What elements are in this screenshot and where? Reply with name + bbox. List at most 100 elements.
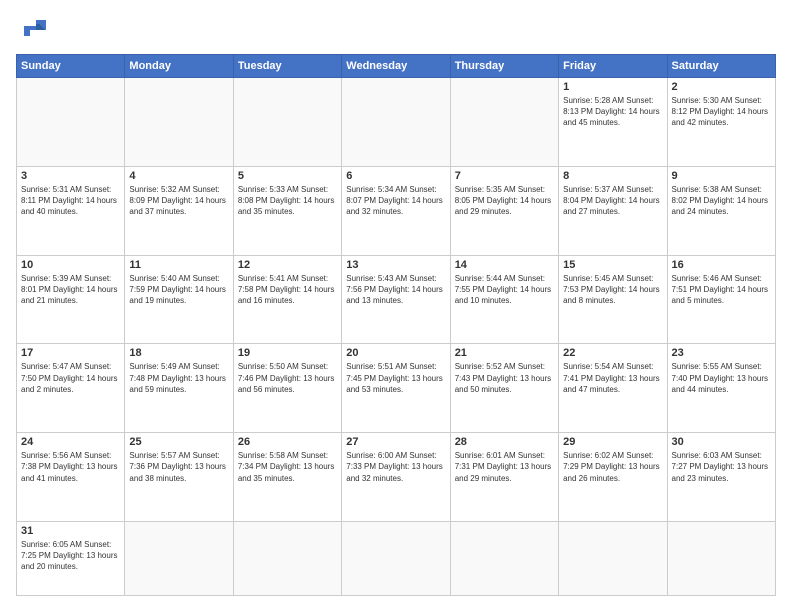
day-info: Sunrise: 5:28 AM Sunset: 8:13 PM Dayligh… xyxy=(563,95,662,129)
calendar-header-row: SundayMondayTuesdayWednesdayThursdayFrid… xyxy=(17,55,776,78)
day-info: Sunrise: 6:03 AM Sunset: 7:27 PM Dayligh… xyxy=(672,450,771,484)
calendar-cell: 24Sunrise: 5:56 AM Sunset: 7:38 PM Dayli… xyxy=(17,433,125,522)
day-info: Sunrise: 5:43 AM Sunset: 7:56 PM Dayligh… xyxy=(346,273,445,307)
calendar-cell: 5 Sunrise: 5:33 AM Sunset: 8:08 PM Daylig… xyxy=(233,166,341,255)
calendar-cell: 15Sunrise: 5:45 AM Sunset: 7:53 PM Dayli… xyxy=(559,255,667,344)
day-info: Sunrise: 5:47 AM Sunset: 7:50 PM Dayligh… xyxy=(21,361,120,395)
weekday-header-monday: Monday xyxy=(125,55,233,78)
calendar-week-row: 1 Sunrise: 5:28 AM Sunset: 8:13 PM Daylig… xyxy=(17,78,776,167)
calendar-cell: 28 Sunrise: 6:01 AM Sunset: 7:31 PM Dayli… xyxy=(450,433,558,522)
day-number: 15 xyxy=(563,259,662,271)
day-info: Sunrise: 6:01 AM Sunset: 7:31 PM Dayligh… xyxy=(455,450,554,484)
weekday-header-thursday: Thursday xyxy=(450,55,558,78)
day-number: 14 xyxy=(455,259,554,271)
day-info: Sunrise: 5:34 AM Sunset: 8:07 PM Dayligh… xyxy=(346,184,445,218)
calendar-cell: 22 Sunrise: 5:54 AM Sunset: 7:41 PM Dayli… xyxy=(559,344,667,433)
calendar-cell: 16 Sunrise: 5:46 AM Sunset: 7:51 PM Dayli… xyxy=(667,255,775,344)
calendar-cell xyxy=(342,78,450,167)
day-info: Sunrise: 5:37 AM Sunset: 8:04 PM Dayligh… xyxy=(563,184,662,218)
day-info: Sunrise: 6:05 AM Sunset: 7:25 PM Dayligh… xyxy=(21,539,120,573)
day-info: Sunrise: 5:33 AM Sunset: 8:08 PM Dayligh… xyxy=(238,184,337,218)
day-info: Sunrise: 5:58 AM Sunset: 7:34 PM Dayligh… xyxy=(238,450,337,484)
day-number: 10 xyxy=(21,259,120,271)
day-info: Sunrise: 5:44 AM Sunset: 7:55 PM Dayligh… xyxy=(455,273,554,307)
day-number: 3 xyxy=(21,170,120,182)
day-number: 22 xyxy=(563,347,662,359)
calendar-cell xyxy=(667,521,775,595)
day-info: Sunrise: 5:39 AM Sunset: 8:01 PM Dayligh… xyxy=(21,273,120,307)
calendar-cell: 11 Sunrise: 5:40 AM Sunset: 7:59 PM Dayli… xyxy=(125,255,233,344)
calendar-cell: 8 Sunrise: 5:37 AM Sunset: 8:04 PM Daylig… xyxy=(559,166,667,255)
day-number: 17 xyxy=(21,347,120,359)
day-number: 30 xyxy=(672,436,771,448)
day-info: Sunrise: 5:57 AM Sunset: 7:36 PM Dayligh… xyxy=(129,450,228,484)
calendar-cell: 9Sunrise: 5:38 AM Sunset: 8:02 PM Daylig… xyxy=(667,166,775,255)
day-info: Sunrise: 5:46 AM Sunset: 7:51 PM Dayligh… xyxy=(672,273,771,307)
day-info: Sunrise: 5:30 AM Sunset: 8:12 PM Dayligh… xyxy=(672,95,771,129)
calendar-cell: 17 Sunrise: 5:47 AM Sunset: 7:50 PM Dayli… xyxy=(17,344,125,433)
calendar-cell: 14 Sunrise: 5:44 AM Sunset: 7:55 PM Dayli… xyxy=(450,255,558,344)
calendar-cell: 19 Sunrise: 5:50 AM Sunset: 7:46 PM Dayli… xyxy=(233,344,341,433)
page: SundayMondayTuesdayWednesdayThursdayFrid… xyxy=(0,0,792,612)
day-number: 11 xyxy=(129,259,228,271)
day-number: 6 xyxy=(346,170,445,182)
day-number: 21 xyxy=(455,347,554,359)
day-number: 9 xyxy=(672,170,771,182)
day-number: 18 xyxy=(129,347,228,359)
calendar-cell: 27 Sunrise: 6:00 AM Sunset: 7:33 PM Dayli… xyxy=(342,433,450,522)
calendar-cell: 4 Sunrise: 5:32 AM Sunset: 8:09 PM Daylig… xyxy=(125,166,233,255)
day-number: 1 xyxy=(563,81,662,93)
calendar-cell xyxy=(17,78,125,167)
calendar-cell: 2Sunrise: 5:30 AM Sunset: 8:12 PM Daylig… xyxy=(667,78,775,167)
calendar-cell xyxy=(125,78,233,167)
day-number: 20 xyxy=(346,347,445,359)
day-number: 26 xyxy=(238,436,337,448)
calendar-cell: 31 Sunrise: 6:05 AM Sunset: 7:25 PM Dayli… xyxy=(17,521,125,595)
calendar-cell: 25 Sunrise: 5:57 AM Sunset: 7:36 PM Dayli… xyxy=(125,433,233,522)
day-number: 16 xyxy=(672,259,771,271)
day-number: 28 xyxy=(455,436,554,448)
day-info: Sunrise: 5:31 AM Sunset: 8:11 PM Dayligh… xyxy=(21,184,120,218)
day-number: 19 xyxy=(238,347,337,359)
weekday-header-tuesday: Tuesday xyxy=(233,55,341,78)
day-number: 5 xyxy=(238,170,337,182)
weekday-header-friday: Friday xyxy=(559,55,667,78)
calendar-table: SundayMondayTuesdayWednesdayThursdayFrid… xyxy=(16,54,776,596)
day-number: 25 xyxy=(129,436,228,448)
day-number: 24 xyxy=(21,436,120,448)
calendar-cell xyxy=(559,521,667,595)
calendar-week-row: 24Sunrise: 5:56 AM Sunset: 7:38 PM Dayli… xyxy=(17,433,776,522)
calendar-cell: 20Sunrise: 5:51 AM Sunset: 7:45 PM Dayli… xyxy=(342,344,450,433)
generalblue-logo-icon xyxy=(16,16,52,44)
weekday-header-saturday: Saturday xyxy=(667,55,775,78)
day-info: Sunrise: 5:55 AM Sunset: 7:40 PM Dayligh… xyxy=(672,361,771,395)
logo xyxy=(16,16,56,44)
calendar-cell: 29 Sunrise: 6:02 AM Sunset: 7:29 PM Dayli… xyxy=(559,433,667,522)
calendar-cell xyxy=(342,521,450,595)
calendar-cell xyxy=(450,78,558,167)
calendar-cell: 18Sunrise: 5:49 AM Sunset: 7:48 PM Dayli… xyxy=(125,344,233,433)
day-info: Sunrise: 5:50 AM Sunset: 7:46 PM Dayligh… xyxy=(238,361,337,395)
day-number: 7 xyxy=(455,170,554,182)
calendar-cell: 10 Sunrise: 5:39 AM Sunset: 8:01 PM Dayli… xyxy=(17,255,125,344)
day-number: 4 xyxy=(129,170,228,182)
calendar-cell xyxy=(450,521,558,595)
day-info: Sunrise: 5:54 AM Sunset: 7:41 PM Dayligh… xyxy=(563,361,662,395)
day-info: Sunrise: 5:40 AM Sunset: 7:59 PM Dayligh… xyxy=(129,273,228,307)
day-number: 23 xyxy=(672,347,771,359)
day-number: 31 xyxy=(21,525,120,537)
calendar-cell: 30 Sunrise: 6:03 AM Sunset: 7:27 PM Dayli… xyxy=(667,433,775,522)
day-number: 29 xyxy=(563,436,662,448)
weekday-header-sunday: Sunday xyxy=(17,55,125,78)
day-info: Sunrise: 5:32 AM Sunset: 8:09 PM Dayligh… xyxy=(129,184,228,218)
calendar-cell: 21Sunrise: 5:52 AM Sunset: 7:43 PM Dayli… xyxy=(450,344,558,433)
day-info: Sunrise: 6:02 AM Sunset: 7:29 PM Dayligh… xyxy=(563,450,662,484)
header xyxy=(16,16,776,44)
day-number: 8 xyxy=(563,170,662,182)
day-info: Sunrise: 6:00 AM Sunset: 7:33 PM Dayligh… xyxy=(346,450,445,484)
calendar-week-row: 3 Sunrise: 5:31 AM Sunset: 8:11 PM Daylig… xyxy=(17,166,776,255)
day-number: 27 xyxy=(346,436,445,448)
calendar-cell: 7Sunrise: 5:35 AM Sunset: 8:05 PM Daylig… xyxy=(450,166,558,255)
calendar-cell: 23 Sunrise: 5:55 AM Sunset: 7:40 PM Dayli… xyxy=(667,344,775,433)
calendar-cell xyxy=(233,78,341,167)
